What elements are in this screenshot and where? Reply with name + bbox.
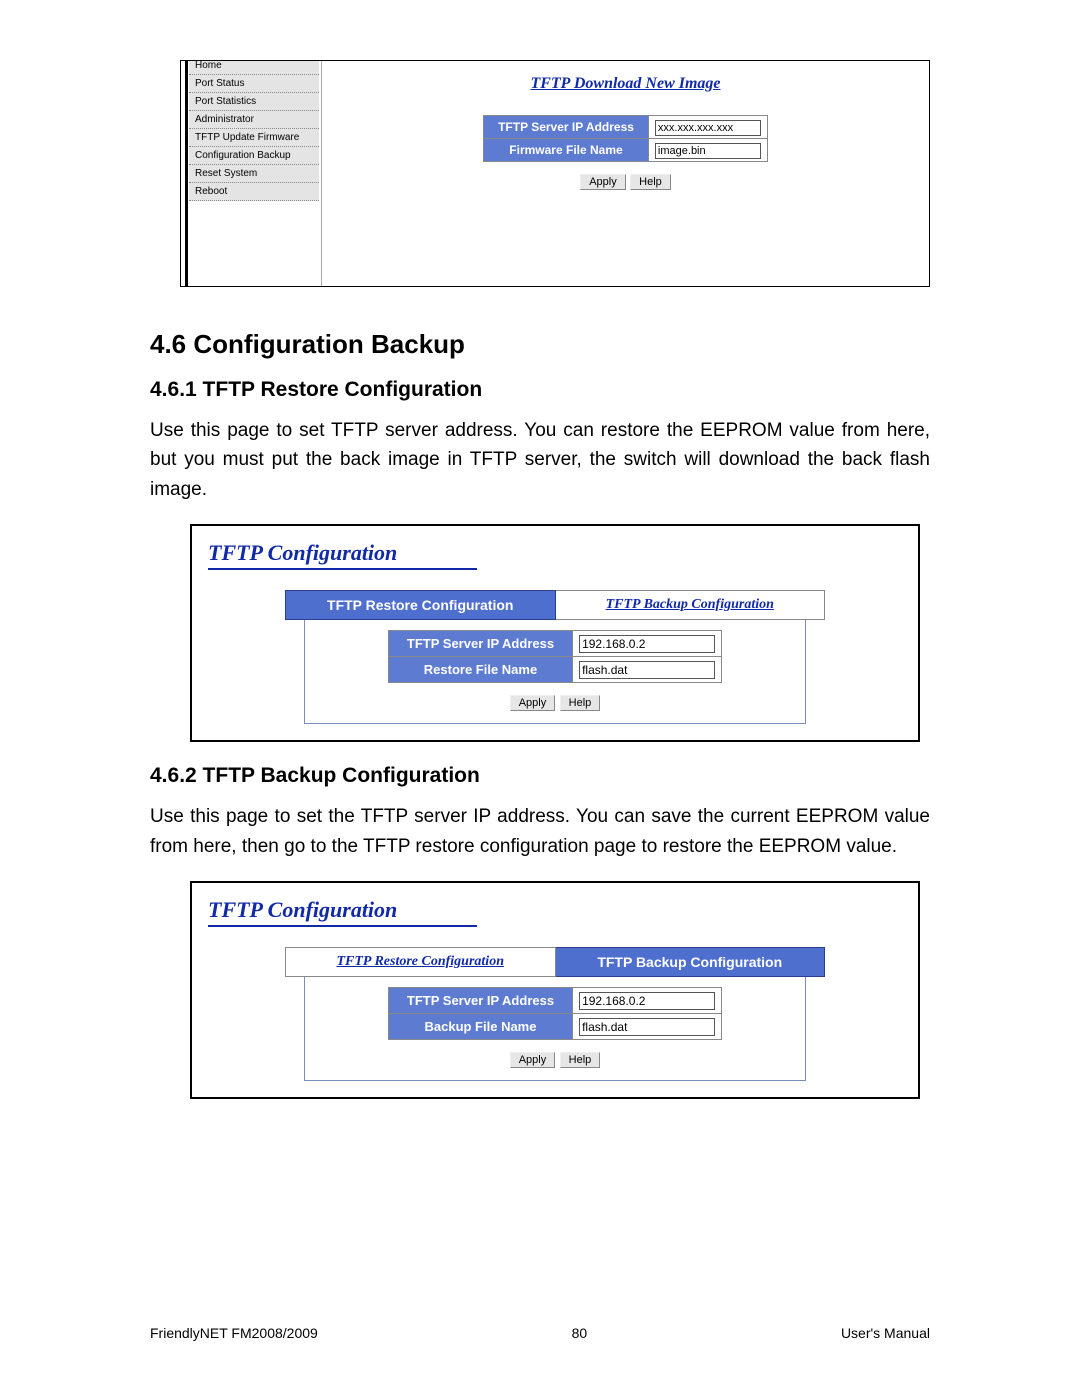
text-input[interactable] bbox=[579, 661, 715, 679]
panel-title: TFTP Configuration bbox=[208, 897, 477, 927]
panel-title: TFTP Configuration bbox=[208, 540, 477, 570]
screenshot-tftp-restore: TFTP Configuration TFTP Restore Configur… bbox=[190, 524, 920, 742]
field-label: Firmware File Name bbox=[484, 139, 649, 162]
field-label: TFTP Server IP Address bbox=[388, 631, 572, 657]
field-label: Restore File Name bbox=[388, 657, 572, 683]
page-footer: FriendlyNET FM2008/2009 80 User's Manual bbox=[150, 1325, 930, 1341]
help-button[interactable]: Help bbox=[560, 1052, 601, 1068]
form-table: TFTP Server IP AddressBackup File Name bbox=[388, 987, 722, 1040]
tab-restore[interactable]: TFTP Restore Configuration bbox=[286, 591, 556, 620]
field-label: TFTP Server IP Address bbox=[388, 988, 572, 1014]
text-input[interactable] bbox=[579, 1018, 715, 1036]
help-button[interactable]: Help bbox=[630, 174, 671, 190]
sidebar-item[interactable]: Administrator bbox=[189, 111, 319, 129]
screenshot-tftp-backup: TFTP Configuration TFTP Restore Configur… bbox=[190, 881, 920, 1099]
text-input[interactable] bbox=[655, 120, 761, 136]
footer-page-number: 80 bbox=[572, 1325, 588, 1341]
sidebar-item[interactable]: Configuration Backup bbox=[189, 147, 319, 165]
apply-button[interactable]: Apply bbox=[510, 1052, 556, 1068]
tab-restore[interactable]: TFTP Restore Configuration bbox=[286, 948, 556, 977]
heading-4-6-1: 4.6.1 TFTP Restore Configuration bbox=[150, 378, 930, 402]
form-table: TFTP Server IP AddressRestore File Name bbox=[388, 630, 722, 683]
heading-4-6: 4.6 Configuration Backup bbox=[150, 329, 930, 360]
help-button[interactable]: Help bbox=[560, 695, 601, 711]
sidebar-item[interactable]: Port Status bbox=[189, 75, 319, 93]
text-input[interactable] bbox=[579, 992, 715, 1010]
apply-button[interactable]: Apply bbox=[580, 174, 626, 190]
field-label: Backup File Name bbox=[388, 1014, 572, 1040]
sidebar-item[interactable]: Home bbox=[189, 60, 319, 75]
sidebar-item[interactable]: Reset System bbox=[189, 165, 319, 183]
text-input[interactable] bbox=[655, 143, 761, 159]
heading-4-6-2: 4.6.2 TFTP Backup Configuration bbox=[150, 764, 930, 788]
footer-right: User's Manual bbox=[841, 1325, 930, 1341]
sidebar-item[interactable]: Reboot bbox=[189, 183, 319, 201]
screenshot-tftp-download: HomePort StatusPort StatisticsAdministra… bbox=[180, 60, 930, 287]
tab-backup[interactable]: TFTP Backup Configuration bbox=[555, 948, 825, 977]
sidebar-item[interactable]: Port Statistics bbox=[189, 93, 319, 111]
text-input[interactable] bbox=[579, 635, 715, 653]
apply-button[interactable]: Apply bbox=[510, 695, 556, 711]
form-table: TFTP Server IP AddressFirmware File Name bbox=[483, 115, 768, 162]
sidebar-nav: HomePort StatusPort StatisticsAdministra… bbox=[189, 60, 319, 201]
paragraph-backup: Use this page to set the TFTP server IP … bbox=[150, 802, 930, 861]
paragraph-restore: Use this page to set TFTP server address… bbox=[150, 416, 930, 504]
tabstrip: TFTP Restore ConfigurationTFTP Backup Co… bbox=[285, 590, 825, 620]
tab-backup[interactable]: TFTP Backup Configuration bbox=[555, 591, 825, 620]
footer-left: FriendlyNET FM2008/2009 bbox=[150, 1325, 318, 1341]
sidebar-item[interactable]: TFTP Update Firmware bbox=[189, 129, 319, 147]
field-label: TFTP Server IP Address bbox=[484, 116, 649, 139]
panel-title: TFTP Download New Image bbox=[322, 75, 929, 93]
tabstrip: TFTP Restore ConfigurationTFTP Backup Co… bbox=[285, 947, 825, 977]
